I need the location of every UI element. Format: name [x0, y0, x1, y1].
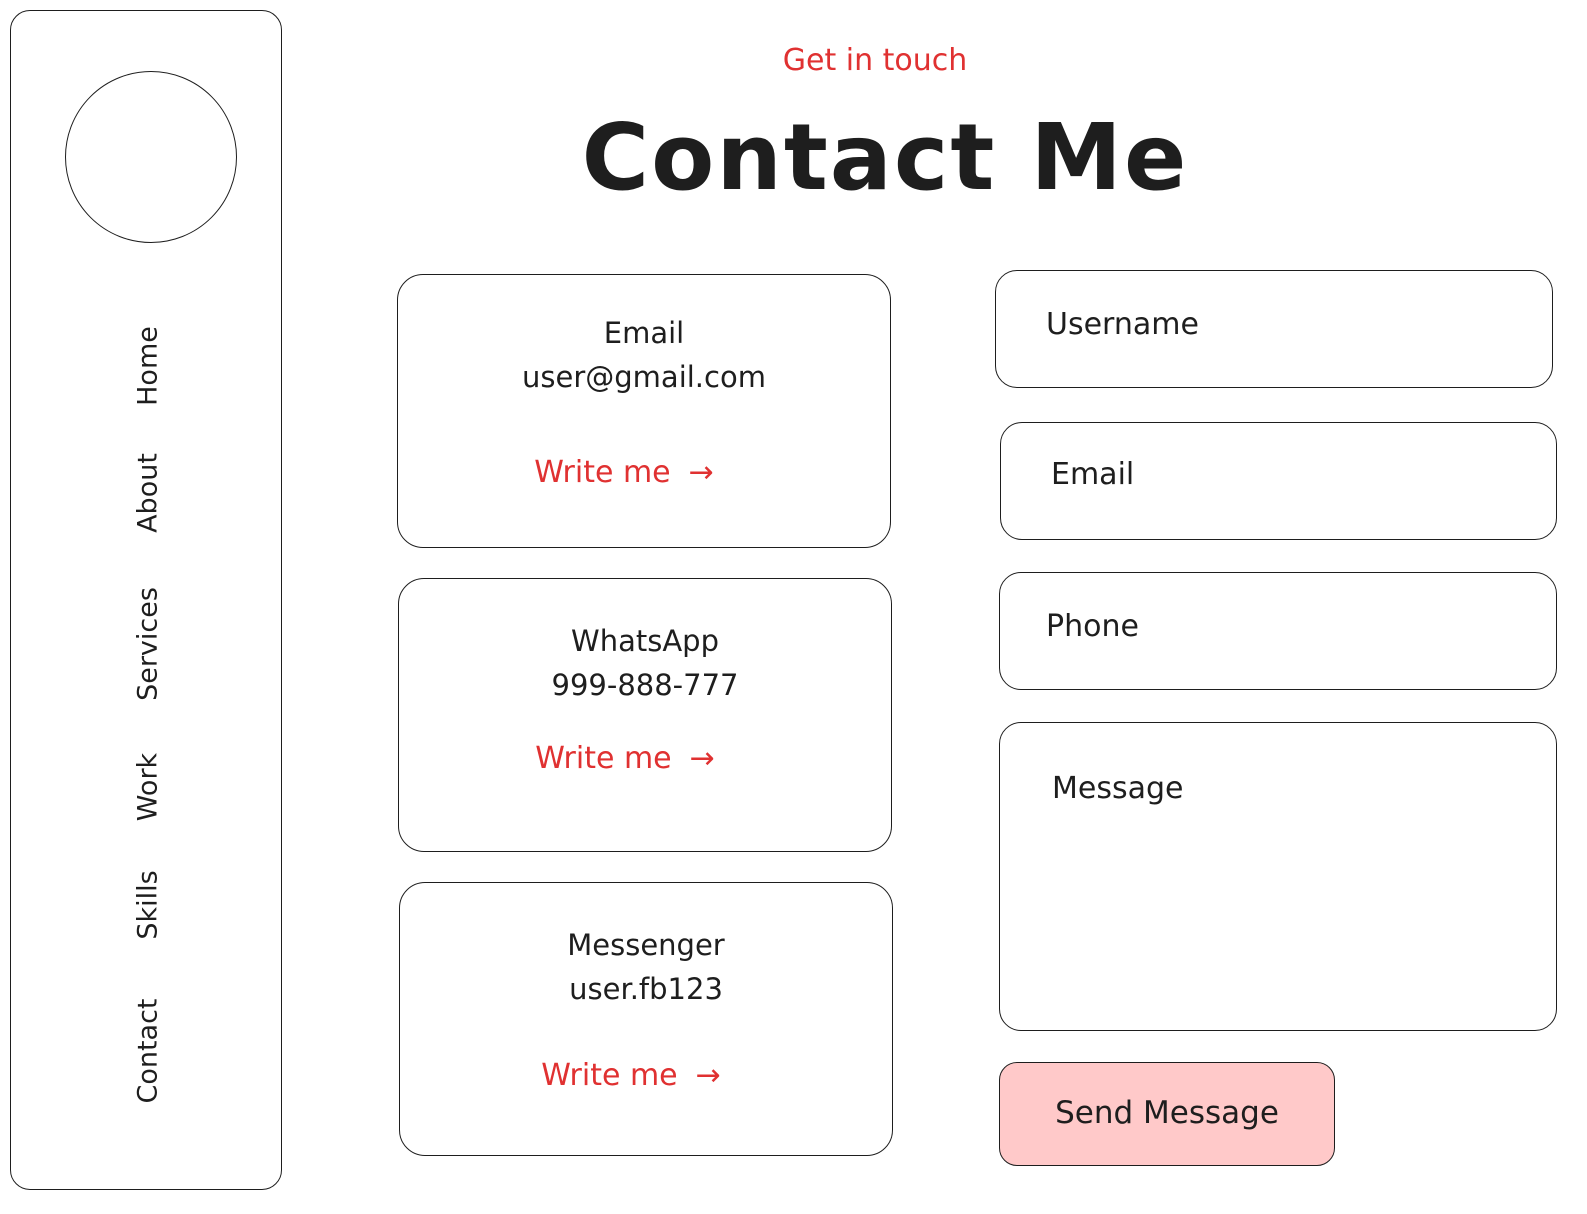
phone-placeholder: Phone	[1046, 609, 1139, 644]
avatar	[65, 71, 237, 243]
sidebar-item-label[interactable]: Work	[133, 753, 164, 821]
contact-page: Home About Services Work Skills Contact …	[0, 0, 1587, 1214]
sidebar-item-label[interactable]: About	[133, 453, 164, 533]
card-title: Messenger	[567, 928, 725, 962]
contact-card-whatsapp: WhatsApp 999-888-777 Write me →	[398, 578, 892, 852]
phone-field[interactable]: Phone	[999, 572, 1557, 690]
arrow-right-icon: →	[695, 1058, 721, 1093]
username-field[interactable]: Username	[995, 270, 1553, 388]
card-value: user.fb123	[569, 972, 723, 1006]
sidebar-item-label[interactable]: Contact	[133, 998, 164, 1103]
send-message-button[interactable]: Send Message	[999, 1062, 1335, 1166]
card-value: user@gmail.com	[522, 360, 766, 394]
contact-card-messenger: Messenger user.fb123 Write me →	[399, 882, 893, 1156]
username-placeholder: Username	[1046, 307, 1199, 342]
write-me-link[interactable]: Write me →	[399, 741, 891, 776]
message-textarea[interactable]: Message	[999, 722, 1557, 1031]
arrow-right-icon: →	[689, 741, 715, 776]
card-value: 999-888-777	[551, 668, 739, 702]
page-title: Contact Me	[581, 104, 1189, 211]
write-me-label[interactable]: Write me	[541, 1058, 677, 1093]
write-me-label[interactable]: Write me	[535, 741, 671, 776]
write-me-label[interactable]: Write me	[534, 455, 670, 490]
email-placeholder: Email	[1051, 457, 1135, 492]
write-me-link[interactable]: Write me →	[400, 1058, 892, 1093]
card-title: WhatsApp	[571, 624, 719, 658]
card-title: Email	[603, 316, 685, 350]
arrow-right-icon: →	[688, 455, 714, 490]
contact-card-email: Email user@gmail.com Write me →	[397, 274, 891, 548]
sidebar: Home About Services Work Skills Contact	[10, 10, 282, 1190]
page-subtitle: Get in touch	[782, 43, 968, 78]
sidebar-item-label[interactable]: Services	[133, 587, 164, 701]
email-field[interactable]: Email	[1000, 422, 1557, 540]
sidebar-item-label[interactable]: Skills	[133, 870, 164, 939]
sidebar-item-label[interactable]: Home	[133, 326, 164, 406]
write-me-link[interactable]: Write me →	[398, 455, 890, 490]
message-placeholder: Message	[1052, 771, 1184, 806]
